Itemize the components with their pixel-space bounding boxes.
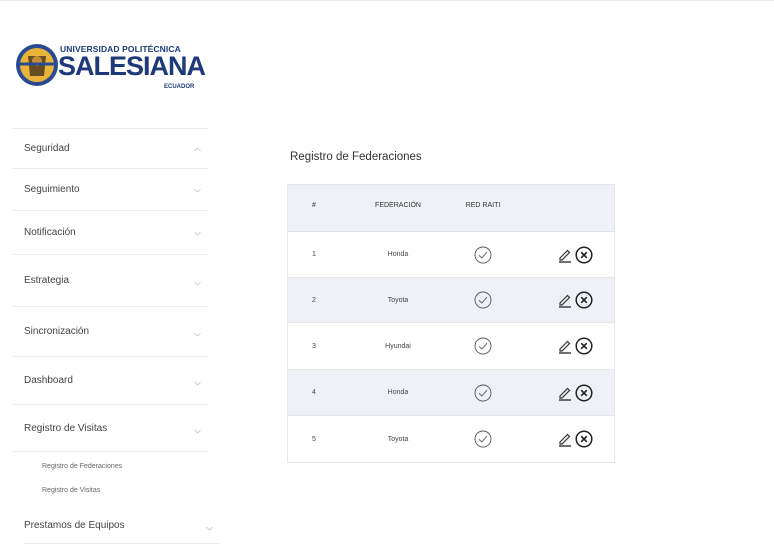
delete-x-circle-icon[interactable] <box>575 337 593 355</box>
check-circle-icon <box>468 416 498 462</box>
row-actions <box>550 370 600 415</box>
check-circle-icon <box>468 323 498 369</box>
delete-x-circle-icon[interactable] <box>575 245 593 264</box>
row-federacion: Toyota <box>387 296 409 304</box>
table-row: 5 Toyota <box>288 416 614 462</box>
sidebar-item-seguimiento[interactable]: Seguimiento <box>12 168 208 210</box>
check-circle-icon <box>468 232 498 277</box>
column-header-number: # <box>312 202 316 209</box>
sidebar-item-estrategia[interactable]: Estrategia <box>12 254 208 306</box>
edit-pencil-icon[interactable] <box>557 247 573 263</box>
edit-pencil-icon[interactable] <box>557 431 573 447</box>
submenu-item-registro-de-federaciones[interactable]: Registro de Federaciones <box>42 463 122 470</box>
table-row: 2 Toyota <box>288 278 614 323</box>
row-federacion: Honda <box>387 251 409 258</box>
row-number: 4 <box>312 389 316 396</box>
chevron-down-icon <box>186 228 208 238</box>
delete-x-circle-icon[interactable] <box>575 291 593 309</box>
edit-pencil-icon[interactable] <box>557 292 573 308</box>
row-number: 3 <box>312 342 316 350</box>
row-federacion: Hyundai <box>385 342 411 350</box>
sidebar-item-label: Registro de Visitas <box>24 422 108 434</box>
row-federacion: Honda <box>387 389 409 396</box>
chevron-down-icon <box>186 185 208 195</box>
sidebar-item-seguridad[interactable]: Seguridad <box>12 128 208 168</box>
chevron-down-icon <box>186 373 208 388</box>
sidebar-item-label: Seguridad <box>24 143 70 154</box>
sidebar-item-sincronizacion[interactable]: Sincronización <box>12 306 208 356</box>
row-actions <box>550 323 600 369</box>
table-header: # FEDERACIÓN RED RAITI <box>288 185 614 232</box>
row-actions <box>550 278 600 322</box>
chevron-down-icon <box>186 273 208 288</box>
sidebar-item-label: Dashboard <box>24 375 73 386</box>
column-header-red-raiti: RED RAITI <box>465 202 501 209</box>
federations-table: # FEDERACIÓN RED RAITI 1 Honda 2 Toyota <box>287 184 615 463</box>
table-row: 4 Honda <box>288 370 614 416</box>
column-header-actions <box>550 185 600 232</box>
sidebar-item-label: Sincronización <box>24 326 90 337</box>
row-number: 1 <box>312 251 316 258</box>
delete-x-circle-icon[interactable] <box>575 383 593 402</box>
sidebar-item-prestamos-de-equipos[interactable]: Prestamos de Equipos <box>24 508 220 544</box>
sidebar-item-label: Prestamos de Equipos <box>24 520 125 531</box>
logo-name: SALESIANA <box>58 51 206 81</box>
page-title: Registro de Federaciones <box>290 151 422 163</box>
logo-country: ECUADOR <box>164 84 195 90</box>
row-federacion: Toyota <box>387 435 409 443</box>
chevron-down-icon <box>198 518 220 533</box>
edit-pencil-icon[interactable] <box>557 385 573 401</box>
chevron-down-icon <box>186 324 208 339</box>
sidebar-item-label: Notificación <box>24 227 76 238</box>
sidebar-item-label: Estrategia <box>24 275 70 286</box>
row-actions <box>550 416 600 462</box>
row-number: 2 <box>312 296 316 304</box>
chevron-up-icon <box>186 144 208 154</box>
university-logo: UNIVERSIDAD POLITÉCNICA SALESIANA ECUADO… <box>14 40 206 92</box>
chevron-down-icon <box>186 421 208 436</box>
edit-pencil-icon[interactable] <box>557 338 573 354</box>
column-header-federacion: FEDERACIÓN <box>375 202 421 209</box>
university-seal-icon <box>16 44 58 86</box>
delete-x-circle-icon[interactable] <box>575 430 593 448</box>
sidebar-item-notificacion[interactable]: Notificación <box>12 210 208 254</box>
sidebar: UNIVERSIDAD POLITÉCNICA SALESIANA ECUADO… <box>0 0 220 553</box>
sidebar-item-label: Seguimiento <box>24 184 80 195</box>
submenu-item-registro-de-visitas[interactable]: Registro de Visitas <box>42 487 100 494</box>
sidebar-item-dashboard[interactable]: Dashboard <box>12 356 208 404</box>
table-row: 3 Hyundai <box>288 323 614 370</box>
check-circle-icon <box>468 278 498 322</box>
sidebar-item-registro-de-visitas[interactable]: Registro de Visitas <box>12 404 208 452</box>
table-row: 1 Honda <box>288 232 614 278</box>
row-actions <box>550 232 600 277</box>
check-circle-icon <box>468 370 498 415</box>
row-number: 5 <box>312 435 316 443</box>
